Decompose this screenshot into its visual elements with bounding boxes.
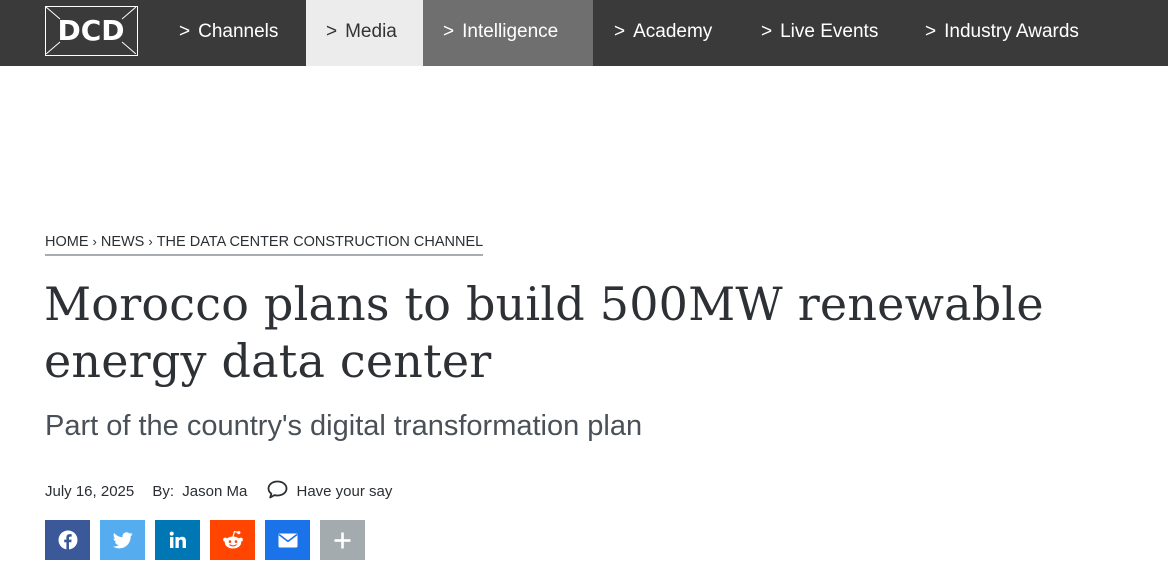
- nav-label: Channels: [198, 21, 279, 42]
- share-linkedin-button[interactable]: [155, 520, 200, 560]
- facebook-icon: [58, 530, 77, 550]
- share-email-button[interactable]: [265, 520, 310, 560]
- nav-item-industry-awards[interactable]: > Industry Awards: [925, 0, 1079, 66]
- article-date: July 16, 2025: [45, 483, 135, 500]
- share-reddit-button[interactable]: [210, 520, 255, 560]
- top-navigation-bar: DCD > Channels > Media > Intelligence > Acad…: [0, 0, 1168, 66]
- plus-icon: [334, 532, 351, 548]
- dcd-logo[interactable]: DCD: [45, 6, 138, 56]
- nav-item-media[interactable]: > Media: [306, 0, 423, 66]
- breadcrumb-separator: ›: [92, 234, 97, 249]
- article-title: Morocco plans to build 500MW renewable e…: [44, 277, 1044, 388]
- chevron-right-icon: >: [179, 21, 191, 42]
- article-subtitle: Part of the country's digital transforma…: [45, 410, 643, 442]
- article-meta: July 16, 2025 By: Jason Ma Have your say: [45, 480, 392, 500]
- breadcrumb-home[interactable]: HOME: [45, 234, 89, 250]
- share-twitter-button[interactable]: [100, 520, 145, 560]
- nav-label: Academy: [633, 21, 713, 42]
- chevron-right-icon: >: [761, 21, 773, 42]
- nav-item-live-events[interactable]: > Live Events: [761, 0, 878, 66]
- chevron-right-icon: >: [614, 21, 626, 42]
- share-facebook-button[interactable]: [45, 520, 90, 560]
- nav-item-intelligence[interactable]: > Intelligence: [423, 0, 593, 66]
- share-more-button[interactable]: [320, 520, 365, 560]
- breadcrumb-news[interactable]: NEWS: [101, 234, 145, 250]
- comment-icon: [267, 480, 288, 503]
- nav-label: Live Events: [780, 21, 879, 42]
- nav-label: Intelligence: [462, 21, 559, 42]
- by-label: By:: [152, 483, 175, 500]
- logo-text: DCD: [57, 14, 125, 47]
- author-link[interactable]: Jason Ma: [182, 483, 247, 500]
- breadcrumb-separator: ›: [148, 234, 153, 249]
- email-icon: [278, 533, 297, 547]
- chevron-right-icon: >: [925, 21, 937, 42]
- comment-link[interactable]: Have your say: [267, 480, 392, 503]
- twitter-icon: [112, 531, 133, 548]
- nav-label: Media: [345, 21, 397, 42]
- comment-label: Have your say: [296, 483, 393, 500]
- linkedin-icon: [169, 531, 186, 548]
- reddit-icon: [222, 530, 243, 549]
- nav-label: Industry Awards: [944, 21, 1079, 42]
- nav-item-academy[interactable]: > Academy: [614, 0, 712, 66]
- chevron-right-icon: >: [326, 21, 338, 42]
- breadcrumb-channel[interactable]: THE DATA CENTER CONSTRUCTION CHANNEL: [157, 234, 484, 250]
- chevron-right-icon: >: [443, 21, 455, 42]
- nav-item-channels[interactable]: > Channels: [179, 0, 278, 66]
- breadcrumb: HOME › NEWS › THE DATA CENTER CONSTRUCTION C…: [45, 234, 484, 256]
